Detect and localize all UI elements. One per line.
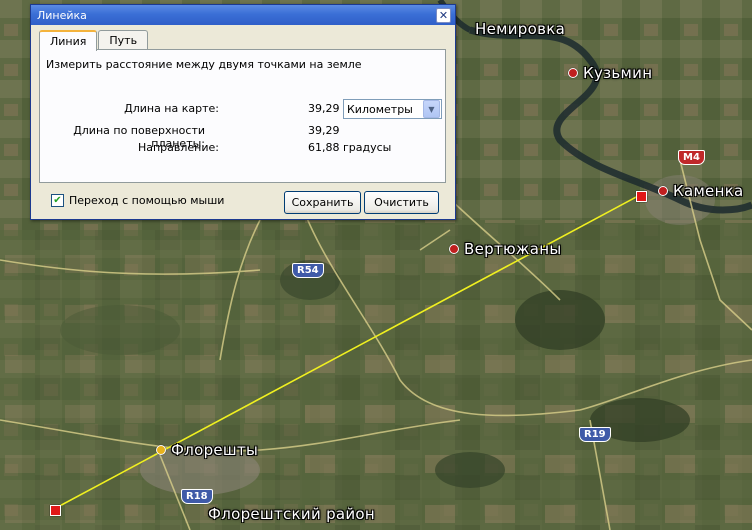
place-floreshty-district[interactable]: Флорештский район xyxy=(208,505,375,523)
unit-select-value: Километры xyxy=(347,102,413,116)
surface-length-value: 39,29 xyxy=(308,124,340,137)
road-shield: M4 xyxy=(678,150,705,165)
close-icon[interactable]: ✕ xyxy=(436,7,451,23)
road-shield: R19 xyxy=(579,427,611,442)
dialog-titlebar[interactable]: Линейка ✕ xyxy=(31,5,455,25)
place-vertyuzhany[interactable]: Вертюжаны xyxy=(449,240,561,258)
place-label: Каменка xyxy=(673,182,744,200)
clear-button[interactable]: Очистить xyxy=(364,191,439,214)
tab-line[interactable]: Линия xyxy=(39,30,98,51)
place-kamenka[interactable]: Каменка xyxy=(658,182,744,200)
chevron-down-icon[interactable]: ▼ xyxy=(423,100,440,118)
dialog-title: Линейка xyxy=(37,8,87,22)
save-button[interactable]: Сохранить xyxy=(284,191,361,214)
measure-description: Измерить расстояние между двумя точками … xyxy=(46,58,362,71)
measure-end-pin[interactable] xyxy=(636,191,647,202)
mouse-navigation-label: Переход с помощью мыши xyxy=(69,194,225,207)
place-label: Флорештский район xyxy=(208,505,376,523)
unit-select[interactable]: Километры ▼ xyxy=(343,99,442,119)
map-length-value: 39,29 xyxy=(308,102,340,115)
road-shield: R54 xyxy=(292,263,324,278)
tab-panel: Измерить расстояние между двумя точками … xyxy=(39,49,446,183)
place-floreshty[interactable]: Флорешты xyxy=(156,441,258,459)
road-shield: R18 xyxy=(181,489,213,504)
heading-label: Направление: xyxy=(137,141,219,154)
place-dot-icon xyxy=(449,244,459,254)
ruler-dialog: Линейка ✕ Линия Путь Измерить расстояние… xyxy=(30,4,456,220)
place-label: Немировка xyxy=(475,20,566,38)
mouse-navigation-option[interactable]: ✔ Переход с помощью мыши xyxy=(51,194,224,207)
place-label: Вертюжаны xyxy=(464,240,562,258)
place-kuzmin[interactable]: Кузьмин xyxy=(568,64,652,82)
place-nemirovka[interactable]: Немировка xyxy=(475,20,565,38)
place-dot-icon xyxy=(156,445,166,455)
measure-start-pin[interactable] xyxy=(50,505,61,516)
place-label: Кузьмин xyxy=(583,64,653,82)
heading-value: 61,88 градусы xyxy=(308,141,392,154)
tab-strip: Линия Путь xyxy=(39,30,149,51)
place-dot-icon xyxy=(658,186,668,196)
place-label: Флорешты xyxy=(171,441,259,459)
tab-path[interactable]: Путь xyxy=(98,30,149,49)
place-dot-icon xyxy=(568,68,578,78)
map-length-label: Длина на карте: xyxy=(124,102,219,115)
mouse-navigation-checkbox[interactable]: ✔ xyxy=(51,194,64,207)
